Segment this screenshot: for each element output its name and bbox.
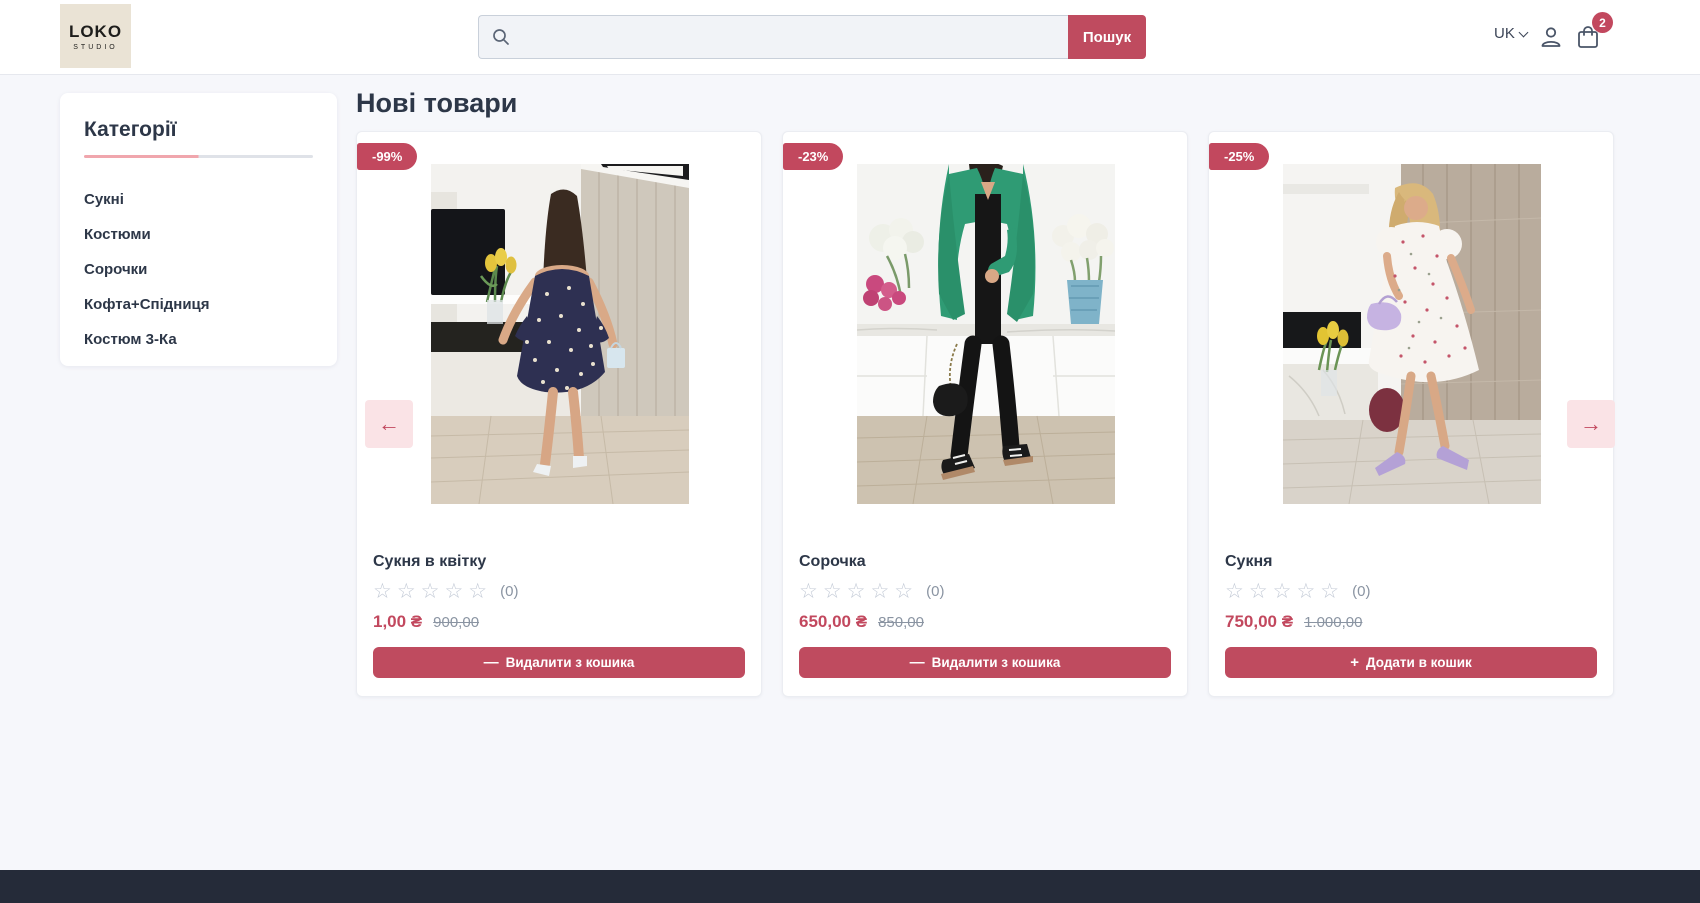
cart-button-label: Додати в кошик (1366, 655, 1472, 670)
language-label: UK (1494, 25, 1515, 42)
rating-row: ☆☆☆☆☆ (0) (799, 581, 944, 602)
current-price: 750,00 ₴ (1225, 612, 1293, 632)
star-rating-icons: ☆☆☆☆☆ (373, 581, 492, 602)
sidebar-item-kofta-spidnytsia[interactable]: Кофта+Спідниця (84, 287, 313, 322)
product-card: -25% (1208, 131, 1614, 697)
search-icon (491, 27, 511, 47)
sidebar-item-kostium-3ka[interactable]: Костюм 3-Ка (84, 322, 313, 357)
sidebar-item-kostiumy[interactable]: Костюми (84, 217, 313, 252)
star-rating-icons: ☆☆☆☆☆ (799, 581, 918, 602)
language-selector[interactable]: UK (1494, 25, 1528, 42)
footer (0, 870, 1700, 903)
minus-icon: — (910, 654, 925, 671)
product-image[interactable] (857, 164, 1115, 504)
price-row: 650,00 ₴ 850,00 (799, 612, 924, 632)
cart-count-badge: 2 (1592, 12, 1613, 33)
product-image[interactable] (431, 164, 689, 504)
rating-count: (0) (926, 583, 944, 600)
remove-from-cart-button[interactable]: — Видалити з кошика (799, 647, 1171, 678)
logo-text-sub: STUDIO (73, 44, 117, 51)
rating-count: (0) (500, 583, 518, 600)
account-button[interactable] (1538, 24, 1564, 55)
star-rating-icons: ☆☆☆☆☆ (1225, 581, 1344, 602)
logo-text-main: LOKO (69, 22, 122, 42)
search-field-container (478, 15, 1068, 59)
search-bar: Пошук (478, 15, 1146, 59)
arrow-left-icon: ← (378, 411, 400, 437)
current-price: 650,00 ₴ (799, 612, 867, 632)
sidebar-item-sorochky[interactable]: Сорочки (84, 252, 313, 287)
product-card: -99% (356, 131, 762, 697)
remove-from-cart-button[interactable]: — Видалити з кошика (373, 647, 745, 678)
user-icon (1538, 24, 1564, 50)
categories-divider (84, 155, 313, 158)
discount-badge: -25% (1209, 143, 1269, 170)
add-to-cart-button[interactable]: + Додати в кошик (1225, 647, 1597, 678)
price-row: 1,00 ₴ 900,00 (373, 612, 479, 632)
product-title[interactable]: Сукня в квітку (373, 553, 745, 571)
chevron-down-icon (1519, 27, 1528, 36)
categories-title: Категорії (84, 118, 313, 142)
categories-panel: Категорії Сукні Костюми Сорочки Кофта+Сп… (60, 93, 337, 366)
search-button[interactable]: Пошук (1068, 15, 1146, 59)
page-title: Нові товари (356, 88, 517, 119)
product-image[interactable] (1283, 164, 1541, 504)
rating-count: (0) (1352, 583, 1370, 600)
arrow-right-icon: → (1580, 411, 1602, 437)
cart-button-label: Видалити з кошика (506, 655, 635, 670)
plus-icon: + (1350, 654, 1359, 671)
old-price: 1.000,00 (1304, 614, 1362, 631)
rating-row: ☆☆☆☆☆ (0) (1225, 581, 1370, 602)
categories-list: Сукні Костюми Сорочки Кофта+Спідниця Кос… (84, 182, 313, 357)
old-price: 900,00 (433, 614, 479, 631)
carousel-next-button[interactable]: → (1567, 400, 1615, 448)
header: LOKO STUDIO Пошук UK 2 (0, 0, 1700, 75)
product-title[interactable]: Сорочка (799, 553, 1171, 571)
product-card: -23% (782, 131, 1188, 697)
store-logo[interactable]: LOKO STUDIO (60, 4, 131, 68)
carousel-prev-button[interactable]: ← (365, 400, 413, 448)
current-price: 1,00 ₴ (373, 612, 422, 632)
cart-button-label: Видалити з кошика (932, 655, 1061, 670)
discount-badge: -99% (357, 143, 417, 170)
old-price: 850,00 (878, 614, 924, 631)
search-input[interactable] (511, 16, 1068, 58)
minus-icon: — (484, 654, 499, 671)
rating-row: ☆☆☆☆☆ (0) (373, 581, 518, 602)
product-title[interactable]: Сукня (1225, 553, 1597, 571)
price-row: 750,00 ₴ 1.000,00 (1225, 612, 1362, 632)
discount-badge: -23% (783, 143, 843, 170)
sidebar-item-sukni[interactable]: Сукні (84, 182, 313, 217)
